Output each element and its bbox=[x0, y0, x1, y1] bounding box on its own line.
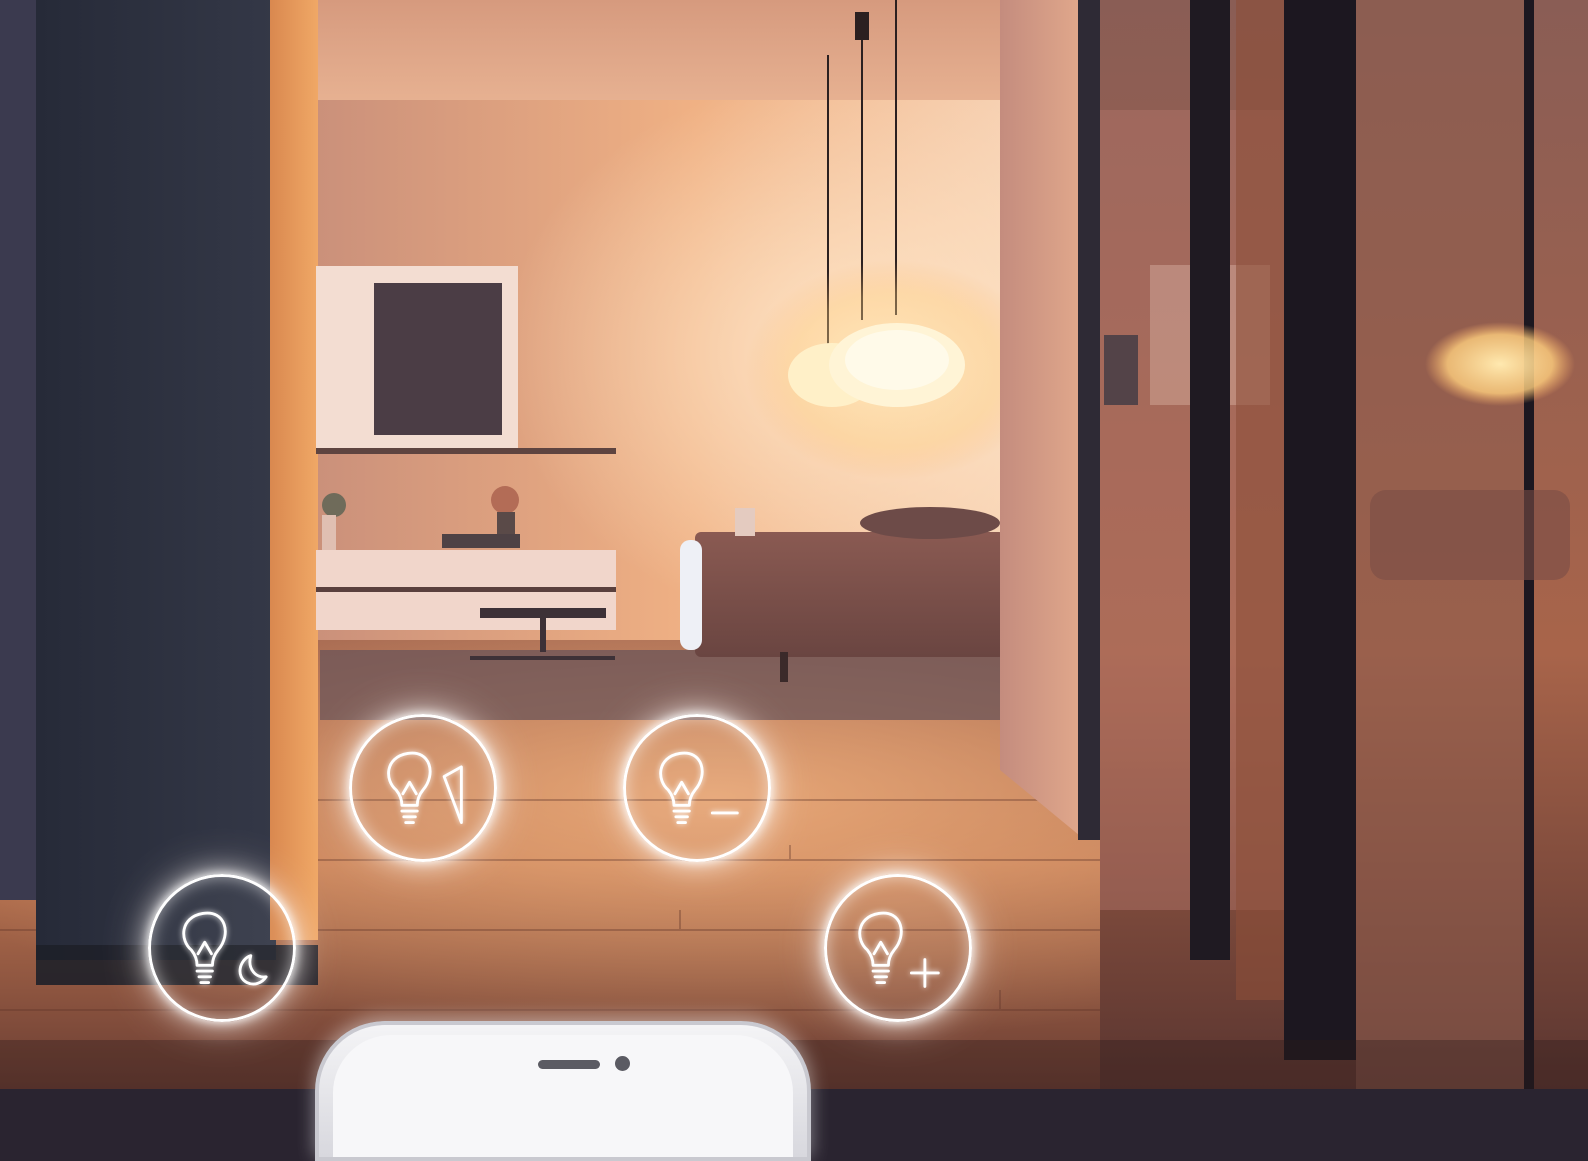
phone-speaker bbox=[538, 1060, 600, 1069]
phone-camera bbox=[615, 1056, 630, 1071]
bulb-night-mode-button[interactable] bbox=[148, 874, 296, 1022]
bulb-night-mode-icon bbox=[182, 911, 268, 986]
bulb-plus-button[interactable] bbox=[824, 874, 972, 1022]
phone-screen bbox=[333, 1035, 793, 1157]
bulb-dimmer-button[interactable] bbox=[349, 714, 497, 862]
bulb-minus-icon bbox=[659, 751, 739, 824]
bulb-dimmer-icon bbox=[387, 751, 463, 824]
smartphone bbox=[315, 1021, 811, 1161]
bulb-plus-icon bbox=[858, 911, 940, 988]
bulb-minus-button[interactable] bbox=[623, 714, 771, 862]
